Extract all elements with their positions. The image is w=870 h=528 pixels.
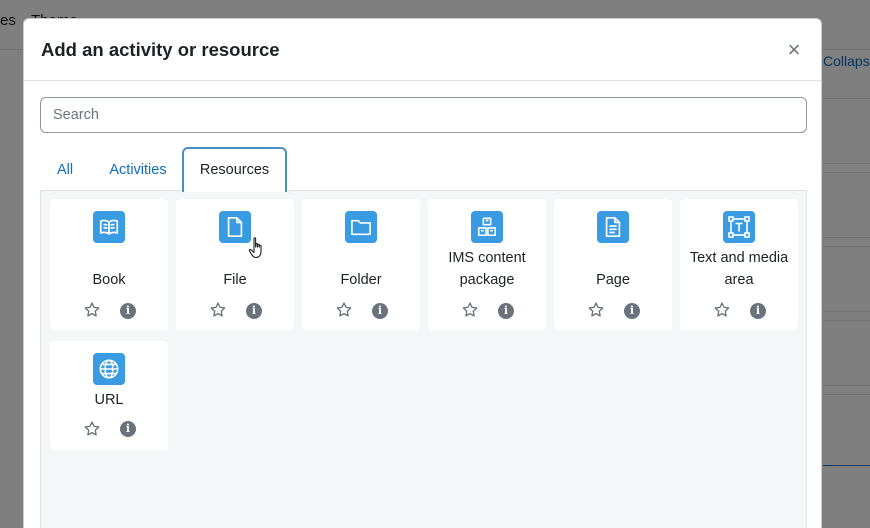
info-icon[interactable]: i xyxy=(120,303,136,319)
info-icon[interactable]: i xyxy=(498,303,514,319)
ims-package-icon xyxy=(471,211,503,243)
resource-card-url[interactable]: URL i xyxy=(50,341,168,450)
resource-label: Folder xyxy=(340,272,382,288)
close-button[interactable]: × xyxy=(785,39,803,61)
tab-all[interactable]: All xyxy=(40,147,90,192)
resource-card-file[interactable]: File i xyxy=(176,199,294,330)
resource-label: Book xyxy=(92,272,126,288)
file-icon xyxy=(219,211,251,243)
activity-chooser-modal: Add an activity or resource × All Activi… xyxy=(23,18,822,528)
info-icon[interactable]: i xyxy=(246,303,262,319)
resource-card-text-and-media-area[interactable]: Text and media area i xyxy=(680,199,798,330)
star-icon[interactable] xyxy=(461,301,479,319)
star-icon[interactable] xyxy=(713,301,731,319)
resource-label: IMS content package xyxy=(448,250,526,288)
info-icon[interactable]: i xyxy=(624,303,640,319)
star-icon[interactable] xyxy=(83,301,101,319)
tab-activities[interactable]: Activities xyxy=(98,147,178,192)
folder-icon xyxy=(345,211,377,243)
search-wrapper xyxy=(40,97,807,133)
text-media-icon xyxy=(723,211,755,243)
hand-cursor-icon xyxy=(248,237,262,259)
resource-label: File xyxy=(223,272,247,288)
search-input[interactable] xyxy=(40,97,807,133)
tab-list: All Activities Resources xyxy=(40,147,807,192)
info-icon[interactable]: i xyxy=(750,303,766,319)
resource-card-book[interactable]: Book i xyxy=(50,199,168,330)
info-icon[interactable]: i xyxy=(372,303,388,319)
info-icon[interactable]: i xyxy=(120,421,136,437)
resource-card-ims-content-package[interactable]: IMS content package i xyxy=(428,199,546,330)
star-icon[interactable] xyxy=(335,301,353,319)
star-icon[interactable] xyxy=(83,420,101,438)
resource-label: Page xyxy=(596,272,630,288)
tab-resources[interactable]: Resources xyxy=(182,147,287,192)
star-icon[interactable] xyxy=(209,301,227,319)
modal-header: Add an activity or resource × xyxy=(24,19,821,81)
resource-label: URL xyxy=(94,392,124,408)
resource-card-page[interactable]: Page i xyxy=(554,199,672,330)
page-icon xyxy=(597,211,629,243)
star-icon[interactable] xyxy=(587,301,605,319)
book-icon xyxy=(93,211,125,243)
resource-label: Text and media area xyxy=(689,250,789,288)
resources-panel: Book i File i Folder i IMS content packa… xyxy=(40,190,807,528)
resource-card-folder[interactable]: Folder i xyxy=(302,199,420,330)
modal-title: Add an activity or resource xyxy=(41,39,280,60)
globe-icon xyxy=(93,353,125,385)
